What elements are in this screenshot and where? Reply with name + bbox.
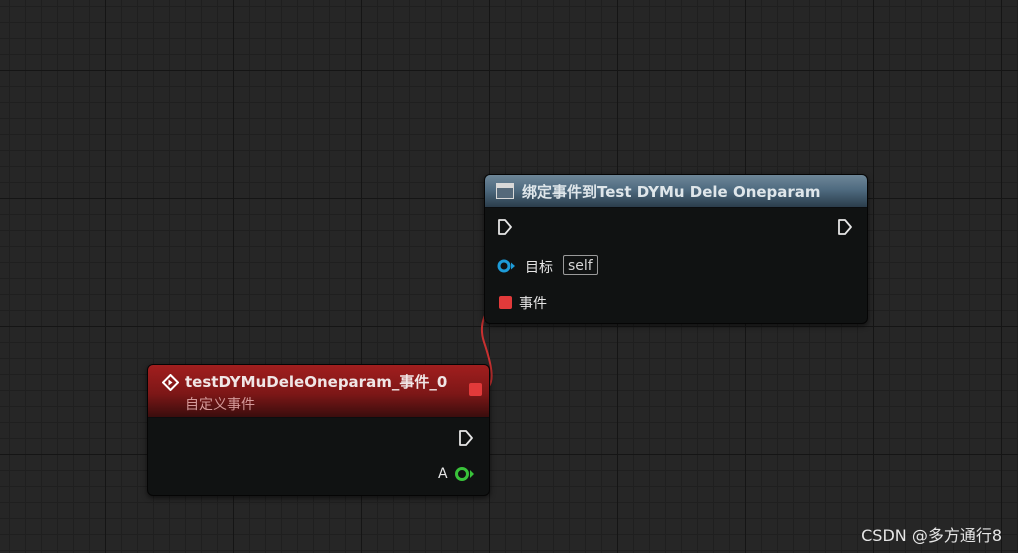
custom-event-node-header[interactable]: testDYMuDeleOneparam_事件_0 自定义事件 [148,365,489,418]
event-delegate-in-pin[interactable] [499,296,512,309]
target-pin-label: 目标 [525,260,553,276]
custom-event-node[interactable]: testDYMuDeleOneparam_事件_0 自定义事件 A [147,364,490,496]
custom-event-node-title: testDYMuDeleOneparam_事件_0 [185,373,448,391]
a-pin-label: A [438,466,448,482]
exec-in-pin[interactable] [497,218,513,236]
target-default-value[interactable]: self [563,255,598,275]
bind-event-node-title: 绑定事件到Test DYMu Dele Oneparam [522,183,821,201]
a-output-pin[interactable] [454,466,476,482]
event-pin-label: 事件 [519,296,547,312]
event-icon [161,373,180,392]
exec-out-pin[interactable] [458,429,474,447]
function-icon [496,183,514,199]
bind-event-node-header[interactable]: 绑定事件到Test DYMu Dele Oneparam [485,175,867,208]
target-object-pin[interactable] [497,259,517,273]
csdn-watermark: CSDN @多方通行8 [861,526,1002,545]
custom-event-node-subtitle: 自定义事件 [185,397,255,413]
event-delegate-out-pin[interactable] [469,383,482,396]
exec-out-pin[interactable] [837,218,853,236]
bind-event-node[interactable]: 绑定事件到Test DYMu Dele Oneparam 目标 self 事件 [484,174,868,324]
